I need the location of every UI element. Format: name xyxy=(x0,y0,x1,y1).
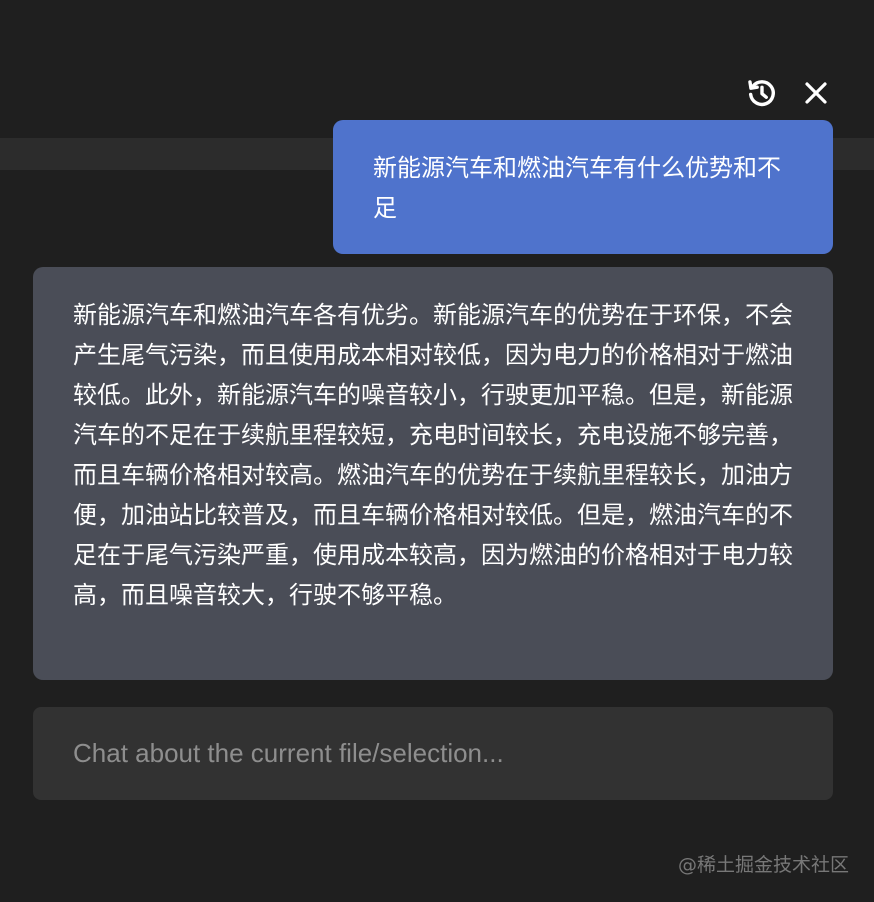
close-icon xyxy=(805,82,827,104)
close-button[interactable] xyxy=(798,75,834,111)
history-icon xyxy=(748,80,775,107)
assistant-message: 新能源汽车和燃油汽车各有优劣。新能源汽车的优势在于环保，不会产生尾气污染，而且使… xyxy=(33,267,833,680)
history-button[interactable] xyxy=(744,75,780,111)
chat-input[interactable] xyxy=(33,707,833,800)
user-message: 新能源汽车和燃油汽车有什么优势和不足 xyxy=(333,120,833,254)
watermark: @稀土掘金技术社区 xyxy=(677,854,849,876)
